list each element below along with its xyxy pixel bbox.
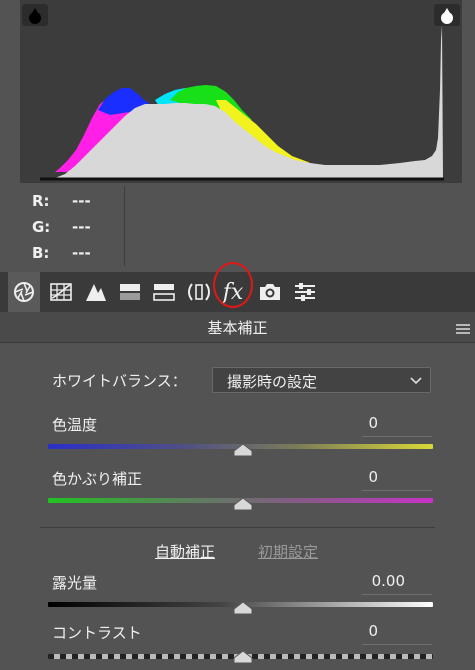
readout-value: ---	[72, 218, 91, 236]
sliders-icon[interactable]	[290, 272, 320, 312]
aperture-icon[interactable]	[8, 272, 40, 312]
default-button[interactable]: 初期設定	[258, 541, 318, 562]
grid-icon[interactable]	[46, 272, 76, 312]
panel-header: 基本補正	[0, 312, 475, 343]
auto-button[interactable]: 自動補正	[155, 541, 215, 562]
contrast-value-underline	[362, 644, 432, 645]
chevron-down-icon	[410, 377, 422, 385]
highlight-clipping-icon[interactable]	[434, 4, 460, 26]
contrast-slider-thumb[interactable]	[233, 650, 253, 664]
tone-curve-icon[interactable]	[81, 272, 111, 312]
exposure-value-underline	[362, 594, 432, 595]
readout-label: G:	[32, 218, 51, 236]
temperature-value[interactable]: 0	[330, 414, 378, 432]
exposure-label: 露光量	[52, 574, 98, 592]
readout-label: B:	[32, 244, 50, 262]
tint-value[interactable]: 0	[330, 468, 378, 486]
white-balance-value: 撮影時の設定	[227, 373, 318, 391]
camera-icon[interactable]	[255, 272, 285, 312]
contrast-value[interactable]: 0	[330, 622, 378, 640]
temperature-label: 色温度	[52, 416, 98, 434]
shadow-clipping-icon[interactable]	[22, 4, 48, 26]
tint-label: 色かぶり補正	[52, 470, 143, 488]
hsl-icon[interactable]	[115, 272, 145, 312]
histogram-panel: R: --- G: --- B: ---	[0, 0, 475, 272]
rgb-readout: R: --- G: --- B: ---	[32, 188, 91, 266]
readout-g: G: ---	[32, 214, 91, 240]
panel-menu-icon[interactable]	[455, 320, 471, 339]
tint-slider-thumb[interactable]	[233, 497, 253, 511]
readout-divider	[124, 186, 125, 266]
split-toning-icon[interactable]	[149, 272, 179, 312]
temperature-slider-thumb[interactable]	[233, 443, 253, 457]
readout-value: ---	[72, 244, 91, 262]
exposure-value[interactable]: 0.00	[330, 572, 405, 590]
readout-value: ---	[72, 192, 91, 210]
temperature-value-underline	[362, 436, 432, 437]
fx-highlight-circle	[213, 262, 253, 308]
readout-r: R: ---	[32, 188, 91, 214]
contrast-label: コントラスト	[52, 624, 142, 642]
readout-b: B: ---	[32, 240, 91, 266]
exposure-slider-thumb[interactable]	[233, 601, 253, 615]
panel-title: 基本補正	[207, 319, 268, 337]
lens-icon[interactable]	[184, 272, 214, 312]
tint-value-underline	[362, 490, 432, 491]
section-divider	[40, 527, 435, 528]
white-balance-select[interactable]: 撮影時の設定	[212, 367, 431, 393]
white-balance-label: ホワイトバランス：	[52, 372, 187, 390]
histogram-graph	[40, 25, 444, 181]
readout-label: R:	[32, 192, 50, 210]
